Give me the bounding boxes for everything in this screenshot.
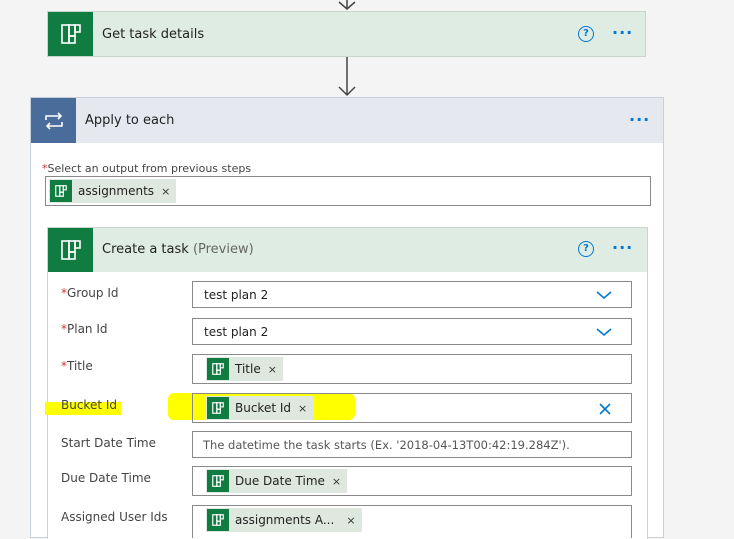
bucket-id-token[interactable]: Bucket Id × — [206, 396, 314, 420]
create-task-header[interactable]: Create a task (Preview) ? ··· — [48, 228, 647, 272]
planner-icon — [207, 470, 229, 492]
planner-icon — [48, 12, 93, 56]
more-options-icon[interactable]: ··· — [629, 112, 650, 128]
connector-arrow — [338, 57, 356, 97]
loop-icon-tile — [31, 98, 76, 143]
title-label: *Title — [61, 359, 93, 373]
token-label: Due Date Time — [235, 474, 325, 488]
select-output-label: *Select an output from previous steps — [42, 162, 252, 175]
remove-token-icon[interactable]: × — [298, 402, 307, 415]
planner-icon — [207, 509, 229, 531]
start-date-label: Start Date Time — [61, 436, 156, 450]
chevron-down-icon[interactable] — [595, 290, 613, 300]
remove-token-icon[interactable]: × — [346, 514, 355, 527]
token-label: assignments — [78, 184, 155, 198]
planner-icon — [207, 397, 229, 419]
remove-token-icon[interactable]: × — [161, 185, 170, 198]
apply-to-each-title: Apply to each — [85, 113, 175, 128]
token-label: Bucket Id — [235, 401, 292, 415]
apply-to-each-header[interactable]: Apply to each ··· — [31, 98, 663, 143]
group-id-dropdown[interactable]: test plan 2 — [192, 281, 632, 308]
preview-tag: (Preview) — [192, 242, 254, 257]
assigned-user-ids-field[interactable]: assignments A... × — [192, 505, 632, 538]
group-id-value: test plan 2 — [204, 288, 269, 302]
planner-icon — [50, 180, 72, 202]
group-id-label: *Group Id — [61, 286, 119, 300]
bucket-id-label: Bucket Id — [61, 398, 118, 412]
token-label: Title — [235, 362, 261, 376]
planner-icon — [207, 358, 229, 380]
more-options-icon[interactable]: ··· — [612, 25, 633, 41]
chevron-down-icon[interactable] — [595, 327, 613, 337]
assignments-token[interactable]: assignments × — [49, 179, 177, 203]
due-date-field[interactable]: Due Date Time × — [192, 466, 632, 496]
more-options-icon[interactable]: ··· — [612, 240, 633, 256]
planner-icon — [48, 228, 93, 272]
loop-icon — [44, 111, 63, 130]
clear-field-icon[interactable] — [598, 402, 612, 416]
get-task-details-card[interactable]: Get task details ? ··· — [47, 11, 646, 57]
card-title: Get task details — [102, 27, 205, 42]
start-date-placeholder: The datetime the task starts (Ex. '2018-… — [203, 438, 570, 452]
help-icon[interactable]: ? — [578, 241, 594, 257]
assigned-user-ids-label: Assigned User Ids — [61, 510, 168, 524]
plan-id-value: test plan 2 — [204, 325, 269, 339]
plan-id-dropdown[interactable]: test plan 2 — [192, 318, 632, 345]
title-field[interactable]: Title × — [192, 354, 632, 384]
remove-token-icon[interactable]: × — [332, 475, 341, 488]
create-task-title: Create a task (Preview) — [102, 242, 254, 257]
start-date-input[interactable]: The datetime the task starts (Ex. '2018-… — [192, 431, 632, 458]
due-date-token[interactable]: Due Date Time × — [206, 469, 348, 493]
select-output-field[interactable]: assignments × — [45, 176, 651, 206]
assignments-token[interactable]: assignments A... × — [206, 508, 362, 532]
title-token[interactable]: Title × — [206, 357, 283, 381]
remove-token-icon[interactable]: × — [268, 363, 277, 376]
due-date-label: Due Date Time — [61, 471, 151, 485]
bucket-id-field[interactable]: Bucket Id × — [192, 393, 632, 423]
plan-id-label: *Plan Id — [61, 322, 108, 336]
token-label: assignments A... — [235, 513, 335, 527]
help-icon[interactable]: ? — [578, 26, 594, 42]
